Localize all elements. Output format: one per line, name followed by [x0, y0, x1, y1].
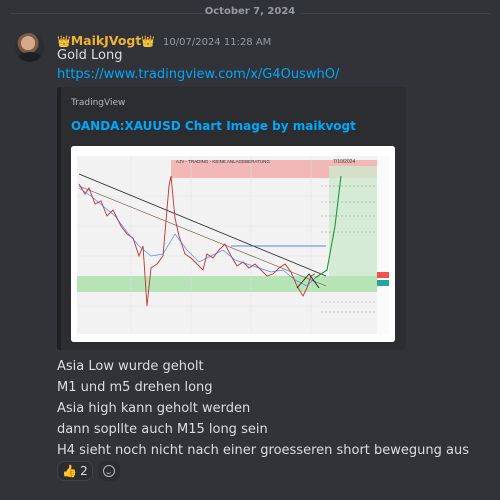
avatar[interactable]: [15, 33, 44, 62]
crown-icon: 👑: [141, 35, 156, 48]
message-line: Asia Low wurde geholt: [57, 359, 204, 374]
message-line: M1 und m5 drehen long: [57, 380, 213, 395]
chart-date: 7/10/2024: [333, 159, 355, 165]
add-reaction-button[interactable]: [98, 461, 120, 481]
smile-icon: [103, 465, 115, 477]
link-embed: TradingView OANDA:XAUUSD Chart Image by …: [57, 87, 406, 350]
message-link[interactable]: https://www.tradingview.com/x/G4OuswhO/: [57, 67, 339, 82]
date-divider: October 7, 2024: [0, 4, 500, 22]
reaction-thumbs-up[interactable]: 👍 2: [57, 461, 93, 481]
embed-title[interactable]: OANDA:XAUUSD Chart Image by maikvogt: [71, 119, 356, 133]
divider-date: October 7, 2024: [204, 6, 296, 17]
crown-icon: 👑: [57, 35, 71, 48]
chart-watermark: AJV - TRADING - KEINE ANLAGEBERATUNG: [176, 159, 270, 164]
message-line: Gold Long: [57, 48, 123, 63]
embed-provider: TradingView: [71, 98, 126, 108]
thumbs-up-icon: 👍: [62, 464, 78, 478]
message-header: 👑MaikJVogt👑 10/07/2024 11:28 AM: [57, 30, 272, 48]
timestamp: 10/07/2024 11:28 AM: [163, 37, 272, 48]
username[interactable]: MaikJVogt: [71, 33, 142, 48]
message-line: H4 sieht noch nicht nach einer groessere…: [57, 443, 470, 458]
reaction-count: 2: [80, 464, 88, 478]
embed-chart-image[interactable]: AJV - TRADING - KEINE ANLAGEBERATUNG 7/1…: [71, 146, 395, 342]
message-line: Asia high kann geholt werden: [57, 401, 251, 416]
divider-line-right: [300, 13, 490, 14]
message-line: dann sopllte auch M15 long sein: [57, 422, 268, 437]
